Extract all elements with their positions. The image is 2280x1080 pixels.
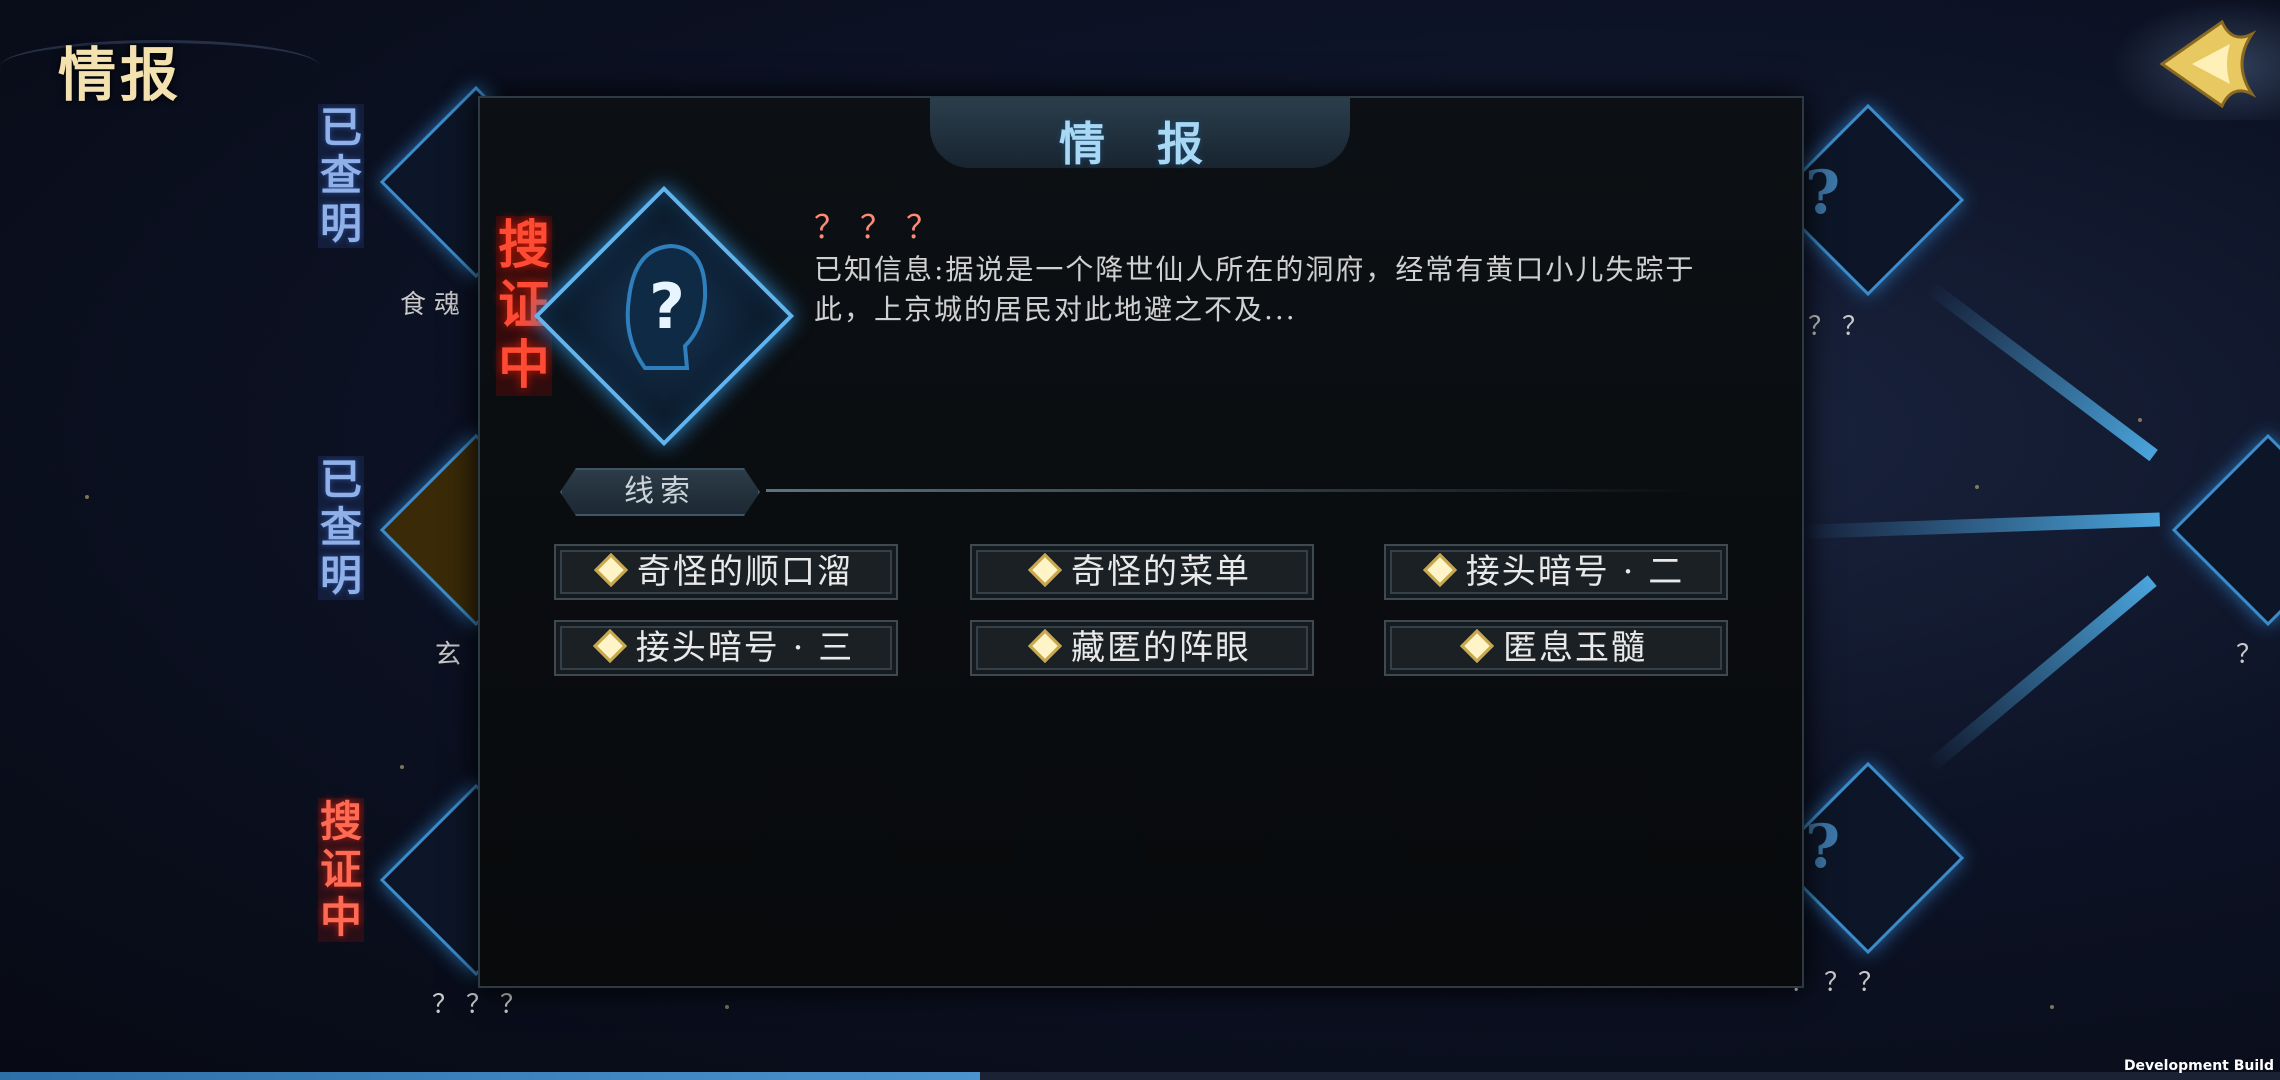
node-label: 玄 xyxy=(435,640,470,670)
node-label: 食魂 xyxy=(400,290,469,320)
node-label: ？ xyxy=(2236,640,2271,670)
connection-arrow xyxy=(1925,281,2158,462)
diamond-icon xyxy=(1460,629,1494,663)
connection-arrow xyxy=(1799,512,2161,539)
loading-progress-bar xyxy=(0,1072,2280,1080)
diamond-icon xyxy=(1028,553,1062,587)
connection-arrow xyxy=(1925,575,2157,773)
back-button[interactable] xyxy=(2110,0,2280,120)
modal-header: 情 报 xyxy=(930,98,1350,171)
node-label: ？？？ xyxy=(1790,968,1893,998)
target-description: 已知信息:据说是一个降世仙人所在的洞府，经常有黄口小儿失踪于此，上京城的居民对此… xyxy=(814,253,1696,326)
diamond-icon xyxy=(1028,629,1062,663)
diamond-icon xyxy=(592,629,627,663)
clue-item[interactable]: 接头暗号 · 二 xyxy=(1384,544,1728,600)
dev-build-label: Development Build xyxy=(2123,1058,2274,1074)
diamond-icon xyxy=(1422,553,1457,587)
star xyxy=(725,1005,729,1009)
star xyxy=(2138,418,2142,422)
page-title: 情报 xyxy=(58,41,183,109)
question-mark-icon: ? xyxy=(1805,812,1841,882)
modal-title: 情 报 xyxy=(1058,117,1221,171)
unknown-silhouette-icon: ? xyxy=(625,243,708,370)
star xyxy=(85,495,89,499)
question-mark-icon: ? xyxy=(1805,158,1841,228)
target-name: ？？？ xyxy=(814,208,953,246)
divider xyxy=(766,489,1696,492)
node-label: ？？？ xyxy=(432,990,535,1020)
star xyxy=(400,765,404,769)
clue-item[interactable]: 奇怪的菜单 xyxy=(970,544,1314,600)
clue-item[interactable]: 藏匿的阵眼 xyxy=(970,620,1314,676)
node-status-tag: 已查明 xyxy=(318,103,364,248)
back-arrow-icon xyxy=(2159,19,2257,109)
clue-item[interactable]: 接头暗号 · 三 xyxy=(554,620,898,676)
intel-detail-modal: 情 报 搜证中 ? ？？？ 已知信息:据说是一个降世仙人所在的洞府，经常有黄口小… xyxy=(478,96,1804,988)
clue-item[interactable]: 匿息玉髓 xyxy=(1384,620,1728,676)
clues-section-label: 线索 xyxy=(560,468,760,516)
svg-text:?: ? xyxy=(649,270,685,343)
node-status-tag: 搜证中 xyxy=(318,797,364,942)
star xyxy=(1975,485,1979,489)
progress-fill xyxy=(0,1072,981,1080)
star xyxy=(2050,1005,2054,1009)
intel-node[interactable] xyxy=(2171,433,2280,627)
node-label: ？？ xyxy=(1808,312,1877,342)
diamond-icon xyxy=(594,553,628,587)
clue-item[interactable]: 奇怪的顺口溜 xyxy=(554,544,898,600)
node-status-tag: 已查明 xyxy=(318,455,364,600)
